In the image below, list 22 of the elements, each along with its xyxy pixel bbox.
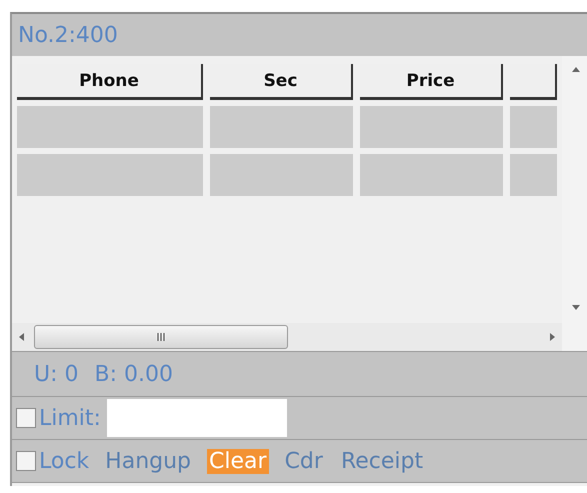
action-link[interactable]: Clear [207, 448, 269, 474]
table-cell [510, 154, 557, 196]
limit-field[interactable] [106, 399, 287, 437]
limit-label: Limit: [39, 406, 101, 430]
column-header[interactable]: Phone [17, 64, 203, 100]
title: No.2:400 [18, 22, 118, 48]
scroll-left-icon[interactable] [18, 333, 26, 341]
checkbox[interactable] [16, 451, 36, 471]
scroll-thumb[interactable] [34, 325, 288, 349]
action-link[interactable]: Hangup [103, 448, 194, 474]
column-header[interactable]: Price [360, 64, 503, 100]
checkbox[interactable] [16, 408, 36, 428]
scroll-up-icon[interactable] [572, 66, 580, 74]
table-cell [510, 106, 557, 148]
column-header[interactable]: Sec [210, 64, 353, 100]
lock-label: Lock [39, 448, 90, 474]
action-link[interactable]: Receipt [338, 448, 426, 474]
scroll-right-icon[interactable] [548, 333, 556, 341]
scroll-down-icon[interactable] [572, 303, 580, 311]
action-link[interactable]: Cdr [282, 448, 325, 474]
user-count: U: 0 [34, 362, 79, 386]
balance: B: 0.00 [94, 362, 173, 386]
